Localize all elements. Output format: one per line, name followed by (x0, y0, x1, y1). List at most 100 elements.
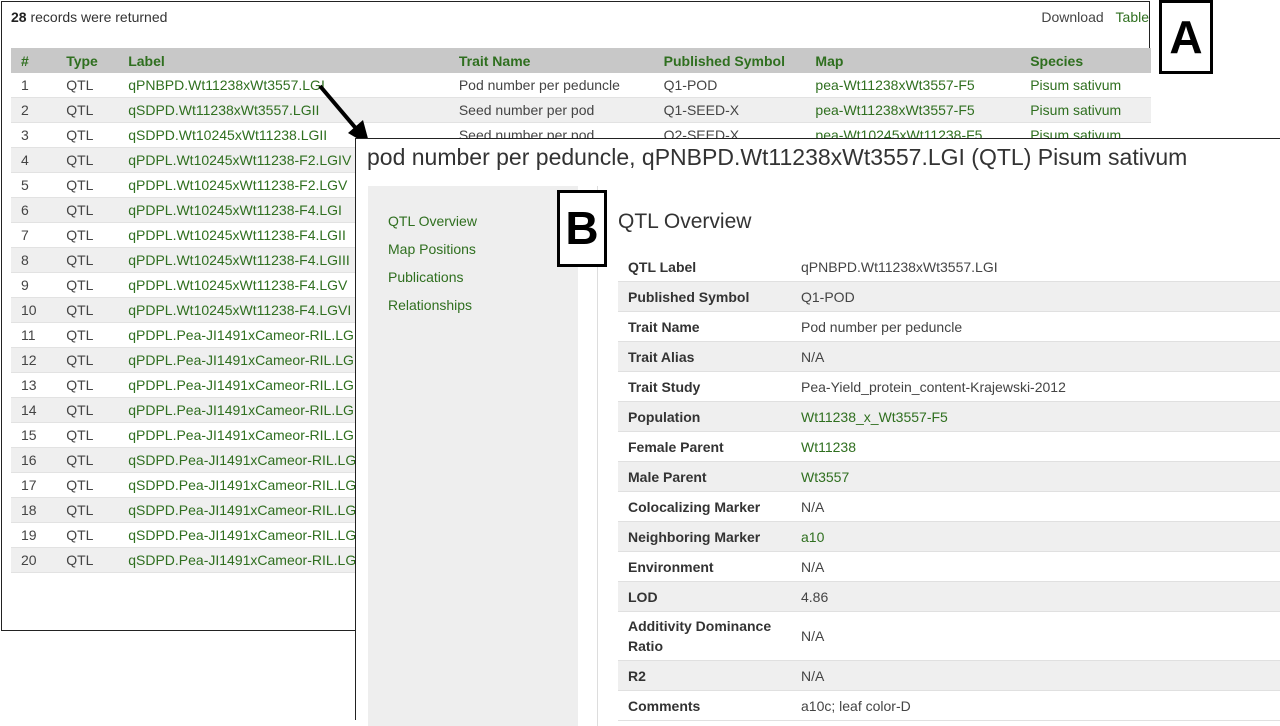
cell-type: QTL (56, 122, 119, 148)
cell-type: QTL (56, 497, 119, 523)
field-value: N/A (791, 611, 1280, 661)
panel-b-label: B (557, 190, 607, 267)
field-value[interactable]: a10 (791, 521, 1280, 552)
cell-type: QTL (56, 222, 119, 248)
field-label: Female Parent (618, 431, 791, 462)
download-links: Download Table (1033, 9, 1149, 25)
field-label: Neighboring Marker (618, 521, 791, 552)
cell-num: 10 (11, 297, 57, 323)
field-value: qPNBPD.Wt11238xWt3557.LGI (791, 252, 1280, 282)
cell-species[interactable]: Pisum sativum (1020, 97, 1151, 123)
field-label: Colocalizing Marker (618, 491, 791, 522)
detail-row: LOD 4.86 (618, 581, 1280, 612)
cell-type: QTL (56, 447, 119, 473)
field-label: Comments (618, 690, 791, 721)
column-header[interactable]: Trait Name (448, 48, 654, 73)
field-label: QTL Label (618, 252, 791, 282)
cell-label[interactable]: qSDPD.Wt11238xWt3557.LGII (118, 97, 449, 123)
cell-type: QTL (56, 397, 119, 423)
sidebar-item-publications[interactable]: Publications (388, 269, 464, 285)
cell-trait: Seed number per pod (448, 97, 654, 123)
field-label: Additivity Dominance Ratio (618, 611, 791, 661)
field-value[interactable]: Wt11238_x_Wt3557-F5 (791, 401, 1280, 432)
column-header[interactable]: Map (805, 48, 1021, 73)
field-value[interactable]: Wt3557 (791, 461, 1280, 492)
sidebar-item-relationships[interactable]: Relationships (388, 297, 472, 313)
field-label: Population (618, 401, 791, 432)
detail-row: Published Symbol Q1-POD (618, 281, 1280, 312)
column-header[interactable]: Species (1020, 48, 1151, 73)
cell-species[interactable]: Pisum sativum (1020, 73, 1151, 98)
cell-sym: Q1-SEED-X (653, 97, 806, 123)
detail-row: Trait Alias N/A (618, 341, 1280, 372)
field-value: N/A (791, 551, 1280, 582)
cell-trait: Pod number per peduncle (448, 73, 654, 98)
download-table-link[interactable]: Table (1116, 9, 1149, 25)
cell-num: 20 (11, 547, 57, 573)
cell-label[interactable]: qPNBPD.Wt11238xWt3557.LGI (118, 73, 449, 98)
field-label: LOD (618, 581, 791, 612)
field-value: N/A (791, 491, 1280, 522)
field-label: Trait Name (618, 311, 791, 342)
column-header[interactable]: # (11, 48, 57, 73)
detail-row: Female Parent Wt11238 (618, 431, 1280, 462)
column-header[interactable]: Published Symbol (653, 48, 806, 73)
cell-type: QTL (56, 422, 119, 448)
field-label: Environment (618, 551, 791, 582)
detail-row: R2 N/A (618, 660, 1280, 691)
detail-row: Colocalizing Marker N/A (618, 491, 1280, 522)
cell-type: QTL (56, 372, 119, 398)
field-value: Pod number per peduncle (791, 311, 1280, 342)
cell-num: 9 (11, 272, 57, 298)
cell-num: 7 (11, 222, 57, 248)
cell-type: QTL (56, 297, 119, 323)
sidebar-nav: QTL Overview Map Positions Publications … (368, 186, 578, 726)
field-label: Male Parent (618, 461, 791, 492)
results-table-header: # Type Label Trait Name Published Symbol Map S… (11, 48, 1151, 73)
cell-type: QTL (56, 522, 119, 548)
panel-a-label: A (1159, 0, 1213, 74)
detail-row: Male Parent Wt3557 (618, 461, 1280, 492)
sidebar-item-qtl-overview[interactable]: QTL Overview (388, 213, 477, 229)
detail-row: Additivity Dominance Ratio N/A (618, 611, 1280, 661)
cell-type: QTL (56, 272, 119, 298)
field-value: N/A (791, 660, 1280, 691)
cell-type: QTL (56, 172, 119, 198)
detail-row: QTL Label qPNBPD.Wt11238xWt3557.LGI (618, 252, 1280, 282)
cell-type: QTL (56, 147, 119, 173)
records-count-suffix: records were returned (26, 9, 168, 25)
qtl-overview-table: QTL Label qPNBPD.Wt11238xWt3557.LGI Publis… (618, 252, 1280, 721)
sidebar-item-map-positions[interactable]: Map Positions (388, 241, 476, 257)
detail-row: Environment N/A (618, 551, 1280, 582)
cell-num: 8 (11, 247, 57, 273)
records-count: 28 (11, 9, 27, 25)
cell-type: QTL (56, 472, 119, 498)
cell-map[interactable]: pea-Wt11238xWt3557-F5 (805, 73, 1021, 98)
table-row: 1 QTL qPNBPD.Wt11238xWt3557.LGI Pod number … (11, 73, 1151, 98)
detail-row: Neighboring Marker a10 (618, 521, 1280, 552)
column-header[interactable]: Type (56, 48, 119, 73)
field-label: Trait Study (618, 371, 791, 402)
cell-num: 11 (11, 322, 57, 348)
detail-row: Comments a10c; leaf color-D (618, 690, 1280, 721)
detail-row: Trait Name Pod number per peduncle (618, 311, 1280, 342)
field-value: a10c; leaf color-D (791, 690, 1280, 721)
cell-num: 12 (11, 347, 57, 373)
cell-num: 4 (11, 147, 57, 173)
field-value[interactable]: Wt11238 (791, 431, 1280, 462)
cell-type: QTL (56, 322, 119, 348)
field-label: R2 (618, 660, 791, 691)
cell-num: 3 (11, 122, 57, 148)
cell-type: QTL (56, 197, 119, 223)
cell-num: 16 (11, 447, 57, 473)
field-label: Trait Alias (618, 341, 791, 372)
cell-type: QTL (56, 73, 119, 98)
table-row: 2 QTL qSDPD.Wt11238xWt3557.LGII Seed number… (11, 97, 1151, 123)
cell-num: 13 (11, 372, 57, 398)
cell-num: 6 (11, 197, 57, 223)
field-value: N/A (791, 341, 1280, 372)
column-header[interactable]: Label (118, 48, 449, 73)
cell-map[interactable]: pea-Wt11238xWt3557-F5 (805, 97, 1021, 123)
field-value: 4.86 (791, 581, 1280, 612)
cell-type: QTL (56, 247, 119, 273)
